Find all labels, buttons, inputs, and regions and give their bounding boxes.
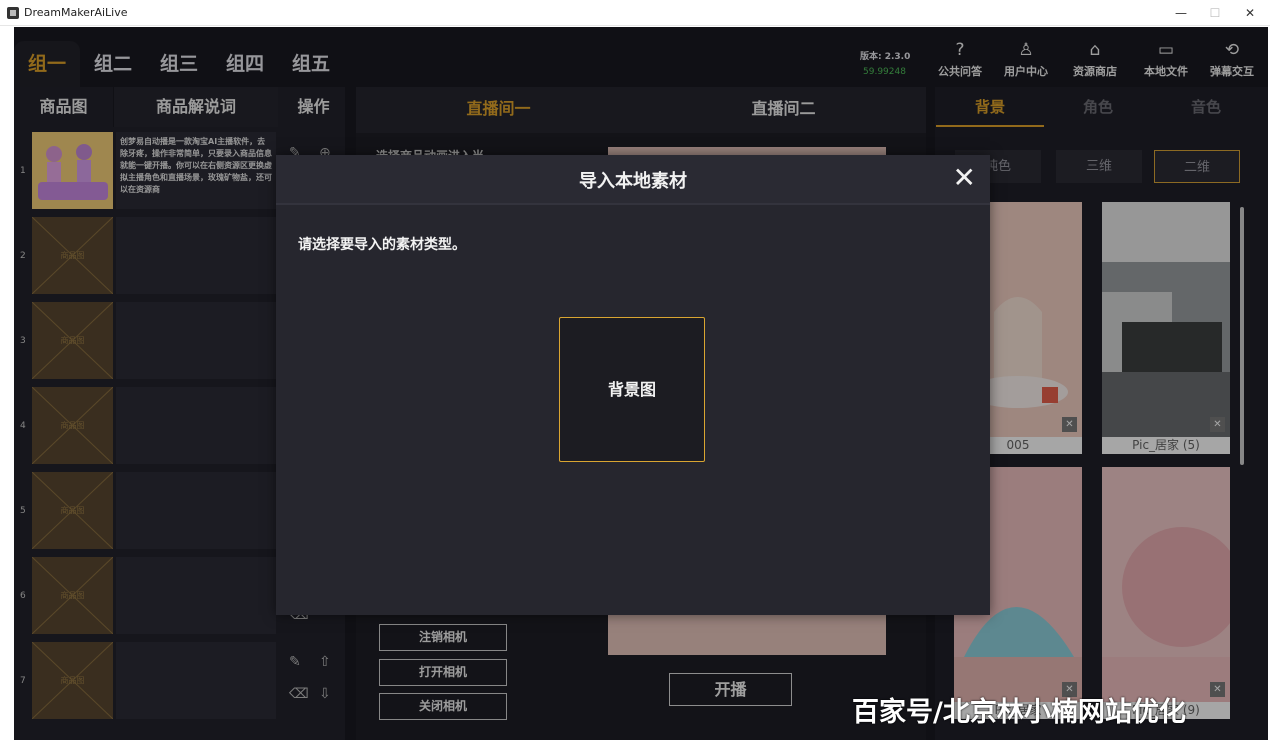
- app-main: 组一 组二 组三 组四 组五 版本: 2.3.0 59.99248 ? 公共问答…: [14, 27, 1268, 740]
- window-title: DreamMakerAiLive: [24, 6, 128, 19]
- close-window-button[interactable]: ✕: [1235, 3, 1265, 23]
- dialog-title: 导入本地素材: [579, 171, 687, 192]
- minimize-button[interactable]: —: [1166, 3, 1196, 23]
- import-dialog: 导入本地素材 ✕ 请选择要导入的素材类型。 背景图: [276, 155, 990, 615]
- close-icon[interactable]: ✕: [953, 163, 976, 193]
- dialog-header: 导入本地素材 ✕: [276, 155, 990, 205]
- watermark-text: 百家号/北京林小楠网站优化: [852, 697, 1186, 728]
- window-titlebar: DreamMakerAiLive — ☐ ✕: [0, 0, 1270, 26]
- background-image-option[interactable]: 背景图: [559, 317, 705, 462]
- app-icon: [7, 7, 19, 19]
- dialog-prompt: 请选择要导入的素材类型。: [298, 237, 466, 253]
- maximize-button[interactable]: ☐: [1200, 3, 1230, 23]
